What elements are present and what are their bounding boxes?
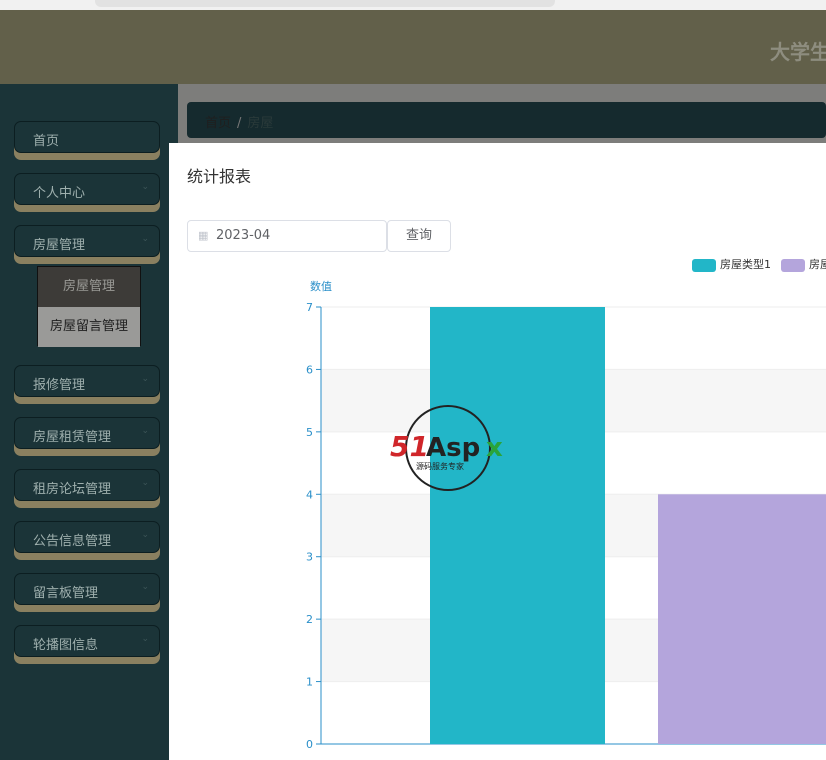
y-tick-label: 6: [306, 363, 313, 376]
bar-2: [658, 494, 826, 744]
header: 大学生: [0, 10, 826, 84]
chevron-down-icon: ⌄: [141, 234, 149, 244]
sidebar-item[interactable]: 公告信息管理 ⌄: [14, 521, 160, 553]
chevron-down-icon: ⌄: [141, 426, 149, 436]
sidebar-item[interactable]: 房屋管理 ⌄: [14, 225, 160, 257]
chevron-down-icon: ⌄: [141, 182, 149, 192]
breadcrumb-current: 房屋: [247, 116, 274, 131]
sidebar-item[interactable]: 首页: [14, 121, 160, 153]
y-tick-label: 1: [306, 676, 313, 689]
sidebar-item-label: 报修管理: [33, 378, 86, 393]
sidebar-item[interactable]: 房屋租赁管理 ⌄: [14, 417, 160, 449]
svg-text:Asp: Asp: [426, 433, 480, 463]
sidebar-item[interactable]: 留言板管理 ⌄: [14, 573, 160, 605]
sidebar-item[interactable]: 轮播图信息 ⌄: [14, 625, 160, 657]
submenu: 房屋管理 房屋留言管理: [37, 266, 141, 347]
submenu-item[interactable]: 房屋留言管理: [38, 307, 140, 347]
sidebar-item[interactable]: 个人中心 ⌄: [14, 173, 160, 205]
watermark-logo: 51 Asp x 源码服务专家: [390, 405, 503, 491]
browser-tab: [95, 0, 555, 7]
svg-text:x: x: [486, 433, 503, 463]
breadcrumb: 首页 / 房屋: [187, 102, 826, 138]
chevron-down-icon: ⌄: [141, 530, 149, 540]
y-tick-label: 7: [306, 301, 313, 314]
breadcrumb-separator: /: [237, 116, 242, 131]
sidebar-item-label: 公告信息管理: [33, 534, 112, 549]
breadcrumb-home[interactable]: 首页: [205, 116, 231, 131]
site-title: 大学生: [770, 40, 826, 64]
svg-text:源码服务专家: 源码服务专家: [416, 461, 464, 471]
chevron-down-icon: ⌄: [141, 634, 149, 644]
submenu-item[interactable]: 房屋管理: [38, 267, 140, 307]
sidebar-item[interactable]: 报修管理 ⌄: [14, 365, 160, 397]
sidebar-item-label: 首页: [33, 134, 60, 149]
sidebar-item[interactable]: 租房论坛管理 ⌄: [14, 469, 160, 501]
y-axis-label: 数值: [310, 280, 332, 293]
chevron-down-icon: ⌄: [141, 478, 149, 488]
svg-text:51: 51: [390, 430, 429, 463]
y-tick-label: 4: [306, 488, 313, 501]
y-tick-label: 0: [306, 738, 313, 751]
sidebar-item-label: 房屋管理: [33, 238, 86, 253]
browser-strip: [0, 0, 826, 10]
sidebar-item-label: 租房论坛管理: [33, 482, 112, 497]
bar-1: [430, 307, 605, 744]
sidebar-item-label: 房屋租赁管理: [33, 430, 112, 445]
sidebar-item-label: 个人中心: [33, 186, 86, 201]
y-tick-label: 3: [306, 551, 313, 564]
chevron-down-icon: ⌄: [141, 582, 149, 592]
y-tick-label: 2: [306, 613, 313, 626]
chevron-down-icon: ⌄: [141, 374, 149, 384]
y-tick-label: 5: [306, 426, 313, 439]
sidebar-item-label: 留言板管理: [33, 586, 99, 601]
sidebar-item-label: 轮播图信息: [33, 638, 99, 653]
